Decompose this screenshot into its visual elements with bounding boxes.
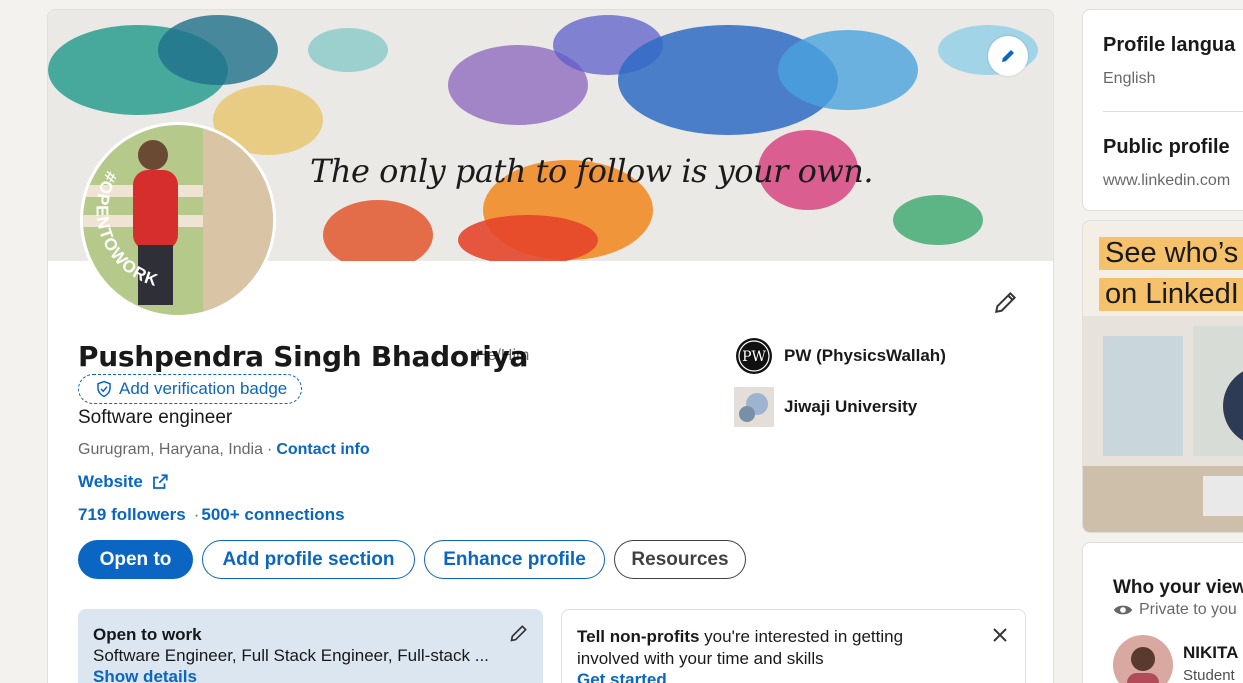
website-label: Website: [78, 472, 143, 491]
pw-logo-icon: PW: [736, 338, 772, 374]
location-line: Gurugram, Haryana, India · Contact info: [78, 441, 370, 459]
external-link-icon: [152, 474, 168, 489]
profile-card: The only path to follow is your own. #OP…: [47, 9, 1054, 683]
open-to-work-title: Open to work: [93, 625, 202, 644]
company-logo: PW: [734, 336, 774, 376]
ad-headline-line1: See who’s: [1099, 237, 1243, 270]
school-logo: [734, 387, 774, 427]
open-to-work-card: Open to work Software Engineer, Full Sta…: [78, 609, 543, 683]
profile-language-value: English: [1103, 70, 1156, 87]
viewer-avatar[interactable]: [1113, 635, 1173, 683]
connections-link[interactable]: 500+ connections: [201, 505, 344, 525]
add-verification-badge-button[interactable]: Add verification badge: [78, 374, 303, 404]
verification-label: Add verification badge: [119, 379, 288, 398]
profile-language-title: Profile langua: [1103, 34, 1236, 56]
website-link[interactable]: Website: [78, 472, 169, 492]
profile-location: Gurugram, Haryana, India: [78, 441, 263, 458]
contact-info-link[interactable]: Contact info: [276, 441, 369, 459]
profile-avatar[interactable]: #OPENTOWORK: [80, 122, 276, 318]
profile-settings-card: Profile langua English Public profile ww…: [1082, 9, 1243, 211]
pencil-icon: [995, 291, 1017, 313]
profile-viewers-card: Who your view Private to you NIKITA Stud…: [1082, 542, 1243, 683]
viewer-role: Student: [1183, 667, 1235, 683]
nonprofit-text: Tell non-profits you're interested in ge…: [577, 626, 1010, 648]
profile-headline: Software engineer: [78, 407, 233, 428]
show-details-link[interactable]: Show details: [93, 667, 528, 683]
nonprofit-card: Tell non-profits you're interested in ge…: [561, 609, 1026, 683]
divider: [1103, 111, 1243, 112]
school-placeholder-icon: [734, 387, 774, 427]
edit-banner-button[interactable]: [988, 36, 1028, 76]
ad-headline-line2: on LinkedI: [1099, 278, 1243, 311]
education-item[interactable]: Jiwaji University: [734, 387, 946, 427]
private-label: Private to you: [1139, 601, 1237, 618]
separator: ·: [266, 441, 273, 458]
profile-pronouns: He/Him: [476, 347, 530, 364]
profile-name: Pushpendra Singh Bhadoriya: [78, 340, 529, 373]
edit-open-to-work-button[interactable]: [509, 623, 529, 648]
open-to-work-roles: Software Engineer, Full Stack Engineer, …: [93, 646, 489, 665]
svg-text:PW: PW: [742, 349, 766, 365]
promo-ad-card[interactable]: See who’s on LinkedI: [1082, 220, 1243, 533]
experience-name: PW (PhysicsWallah): [784, 346, 946, 365]
viewers-private-note: Private to you: [1113, 601, 1237, 619]
enhance-profile-button[interactable]: Enhance profile: [424, 540, 605, 579]
nonprofit-text-rest: you're interested in getting: [699, 627, 904, 646]
open-to-button[interactable]: Open to: [78, 540, 193, 579]
eye-icon: [1113, 605, 1133, 615]
education-name: Jiwaji University: [784, 397, 918, 416]
pencil-icon: [510, 625, 527, 642]
separator: ·: [193, 505, 200, 524]
profile-photo: #OPENTOWORK: [83, 125, 273, 315]
public-profile-url: www.linkedin.com: [1103, 172, 1231, 189]
ad-photo: [1083, 316, 1243, 532]
experience-item[interactable]: PW PW (PhysicsWallah): [734, 336, 946, 376]
viewers-title: Who your view: [1113, 577, 1243, 598]
shield-check-icon: [97, 380, 111, 398]
network-line: 719 followers · 500+ connections: [78, 505, 345, 525]
add-profile-section-button[interactable]: Add profile section: [202, 540, 415, 579]
public-profile-title: Public profile: [1103, 136, 1230, 158]
followers-link[interactable]: 719 followers: [78, 505, 186, 525]
close-icon: [993, 628, 1007, 642]
nonprofit-title: Tell non-profits: [577, 627, 700, 646]
banner-quote: The only path to follow is your own.: [310, 152, 874, 190]
edit-intro-button[interactable]: [992, 288, 1020, 316]
get-started-link[interactable]: Get started: [577, 670, 1010, 683]
dismiss-card-button[interactable]: [991, 626, 1009, 649]
viewer-photo: [1113, 635, 1173, 683]
nonprofit-text-line2: involved with your time and skills: [577, 649, 824, 668]
pencil-icon: [1002, 50, 1014, 62]
experience-education-list: PW PW (PhysicsWallah) Jiwaji University: [734, 336, 946, 438]
resources-button[interactable]: Resources: [614, 540, 746, 579]
viewer-name[interactable]: NIKITA: [1183, 643, 1238, 663]
